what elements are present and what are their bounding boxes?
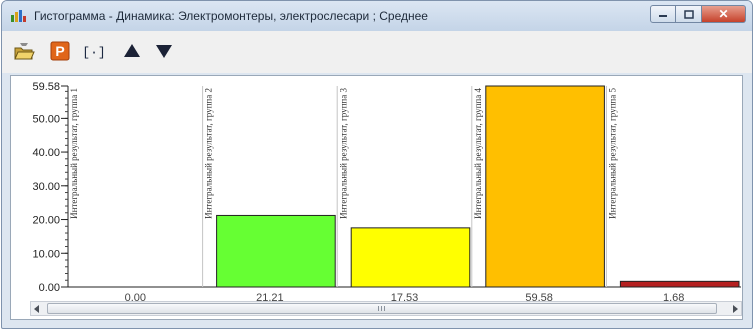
minimize-button[interactable] <box>650 5 676 23</box>
grip-icon <box>378 306 387 311</box>
y-tick-label: 40.00 <box>32 147 60 159</box>
y-tick-label: 0.00 <box>39 282 60 294</box>
histogram-window: Гистограмма - Динамика: Электромонтеры, … <box>1 0 753 329</box>
close-button[interactable]: ✕ <box>702 5 746 23</box>
maximize-icon <box>683 9 694 19</box>
histogram-bar[interactable] <box>619 280 740 288</box>
arrow-up-icon <box>124 44 140 57</box>
width-icon: [·] <box>82 45 105 60</box>
minimize-icon <box>659 15 667 17</box>
y-tick-label: 10.00 <box>32 248 60 260</box>
window-title: Гистограмма - Динамика: Электромонтеры, … <box>34 9 428 23</box>
histogram-bar[interactable] <box>216 214 336 288</box>
window-controls: ✕ <box>650 5 746 25</box>
category-label: Интегральный результат, группа 1 <box>69 88 79 219</box>
category-label: Интегральный результат, группа 2 <box>204 88 214 219</box>
close-icon: ✕ <box>718 7 729 21</box>
width-icon-label: [·] <box>82 45 105 60</box>
chart-area: 0.00 10.00 20.00 30.00 40.00 50.00 59.58 Интегр… <box>10 75 743 320</box>
scrollbar-thumb[interactable] <box>47 303 717 314</box>
category-label: Интегральный результат, группа 4 <box>473 88 483 219</box>
arrow-down-icon <box>156 45 172 58</box>
histogram-bar[interactable] <box>350 227 471 288</box>
y-tick-label: 30.00 <box>32 181 60 193</box>
toolbar: P [·] <box>2 31 752 73</box>
maximize-button[interactable] <box>676 5 702 23</box>
move-down-button[interactable] <box>152 39 176 63</box>
histogram-bar[interactable] <box>485 85 605 288</box>
category-label: Интегральный результат, группа 3 <box>338 88 348 219</box>
scroll-right-icon[interactable] <box>733 305 738 313</box>
horizontal-scrollbar[interactable] <box>30 301 742 316</box>
histogram-chart: 0.00 10.00 20.00 30.00 40.00 50.00 59.58 Интегр… <box>32 81 741 304</box>
p-icon: P <box>50 41 70 61</box>
app-icon <box>11 10 26 22</box>
scroll-left-icon[interactable] <box>34 305 39 313</box>
title-bar[interactable]: Гистограмма - Динамика: Электромонтеры, … <box>2 1 752 31</box>
p-icon-label: P <box>55 43 64 59</box>
open-folder-icon <box>14 43 35 60</box>
move-up-button[interactable] <box>120 39 144 63</box>
category-label: Интегральный результат, группа 5 <box>607 88 617 219</box>
p-button[interactable]: P <box>48 39 72 63</box>
y-tick-label: 50.00 <box>32 113 60 125</box>
open-button[interactable] <box>12 39 36 63</box>
y-tick-label: 20.00 <box>32 215 60 227</box>
y-tick-label: 59.58 <box>32 81 60 93</box>
fit-width-button[interactable]: [·] <box>82 39 106 63</box>
